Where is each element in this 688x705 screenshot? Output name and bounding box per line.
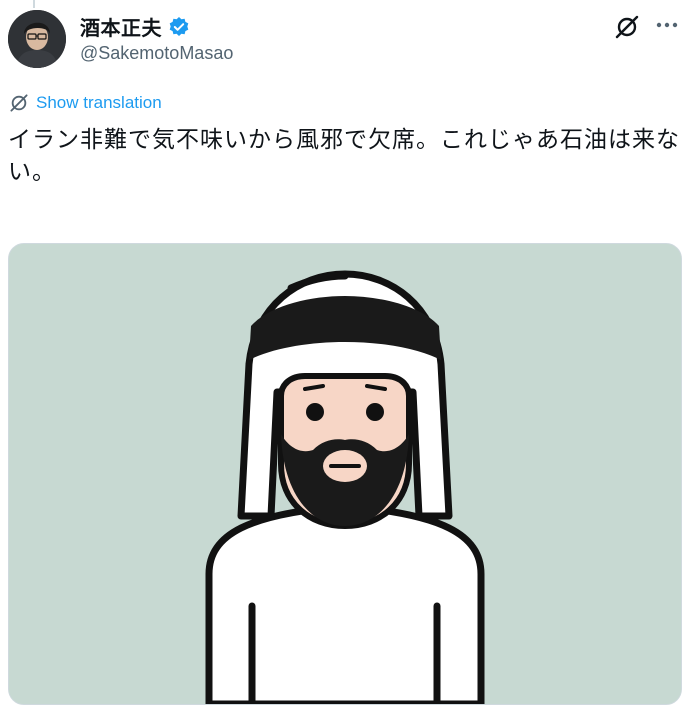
show-translation-link[interactable]: Show translation: [8, 92, 162, 114]
more-icon: [656, 22, 678, 28]
author-display-name[interactable]: 酒本正夫: [80, 12, 162, 41]
verified-badge-icon: [168, 16, 190, 38]
tweet-media-image[interactable]: [8, 243, 682, 705]
more-options-button[interactable]: [652, 10, 682, 40]
author-name-row: 酒本正夫: [80, 12, 190, 41]
tweet-text: イラン非難で気不味いから風邪で欠席。これじゃあ石油は来ない。: [8, 127, 680, 185]
avatar[interactable]: [8, 10, 66, 68]
thread-connector-line: [33, 0, 35, 8]
keffiyeh-man-illustration: [9, 244, 681, 704]
show-translation-label: Show translation: [36, 93, 162, 112]
avatar-photo: [8, 10, 66, 68]
grok-icon: [615, 15, 639, 39]
grok-button[interactable]: [612, 12, 642, 42]
author-handle[interactable]: @SakemotoMasao: [80, 43, 233, 64]
grok-translate-icon: [10, 94, 28, 112]
